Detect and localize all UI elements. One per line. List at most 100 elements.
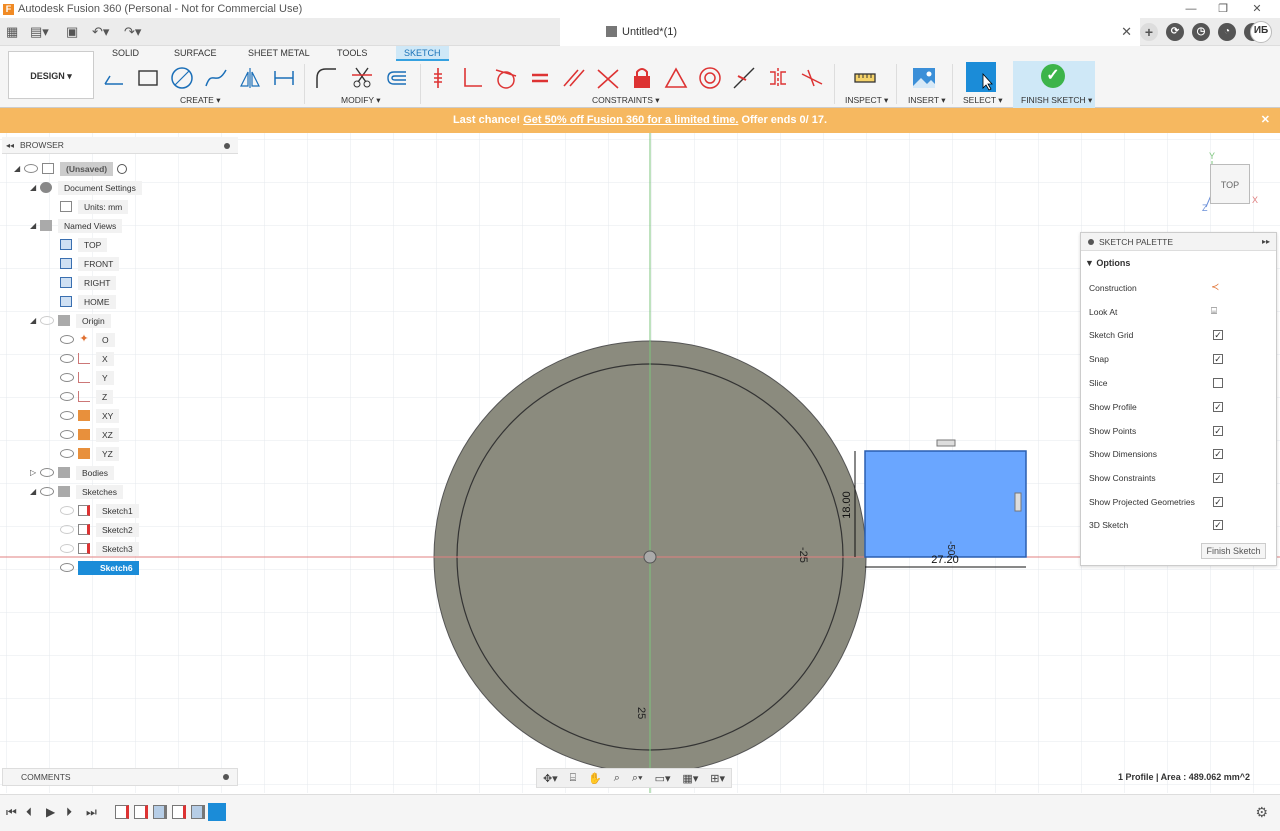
- tangent-constraint-icon[interactable]: [494, 66, 518, 90]
- tree-item-sketch3[interactable]: Sketch3: [60, 539, 139, 558]
- timeline-sketch1[interactable]: [115, 805, 129, 819]
- constraints-menu[interactable]: CONSTRAINTS ▾: [592, 95, 660, 106]
- tree-item-bodies[interactable]: ▷ Bodies: [30, 463, 114, 482]
- timeline-extrude2[interactable]: [191, 805, 205, 819]
- palette-row-show-points[interactable]: Show Points ✓: [1089, 423, 1271, 439]
- grid-settings-icon[interactable]: ▦▾: [682, 772, 698, 785]
- tree-item-yz-plane[interactable]: YZ: [60, 444, 119, 463]
- look-at-nav-icon[interactable]: ⌸: [570, 772, 577, 785]
- new-tab-button[interactable]: +: [1140, 23, 1158, 41]
- tree-item-x-axis[interactable]: X: [60, 349, 114, 368]
- height-dimension[interactable]: 18.00: [841, 491, 853, 519]
- close-window-button[interactable]: ✕: [1242, 0, 1272, 18]
- show-dimensions-checkbox[interactable]: ✓: [1213, 449, 1223, 459]
- visibility-eye-icon[interactable]: [40, 487, 54, 496]
- select-menu[interactable]: SELECT ▾: [963, 95, 1003, 106]
- select-tool-button[interactable]: [966, 62, 996, 92]
- tree-item-document-settings[interactable]: ◢ Document Settings: [30, 178, 142, 197]
- pin-icon[interactable]: [223, 774, 229, 780]
- visibility-eye-icon[interactable]: [60, 430, 74, 439]
- comments-panel[interactable]: COMMENTS: [2, 768, 238, 786]
- vertical-constraint-glyph[interactable]: [1014, 492, 1022, 512]
- banner-close-icon[interactable]: ✕: [1261, 108, 1270, 133]
- tree-item-named-views[interactable]: ◢ Named Views: [30, 216, 123, 235]
- slice-checkbox[interactable]: [1213, 378, 1223, 388]
- collinear-constraint-icon[interactable]: [732, 66, 756, 90]
- inspect-menu[interactable]: INSPECT ▾: [845, 95, 888, 106]
- line-tool-icon[interactable]: [102, 66, 126, 90]
- finish-sketch-button[interactable]: ✓ FINISH SKETCH ▾: [1013, 61, 1095, 108]
- visibility-eye-icon[interactable]: [60, 411, 74, 420]
- visibility-eye-icon[interactable]: [60, 506, 74, 515]
- spline-tool-icon[interactable]: [204, 66, 228, 90]
- tab-tools[interactable]: TOOLS: [337, 46, 367, 61]
- fillet-tool-icon[interactable]: [314, 66, 338, 90]
- circle-tool-icon[interactable]: [170, 66, 194, 90]
- radius-dimension-bottom[interactable]: 25: [635, 707, 647, 719]
- parallel-constraint-icon[interactable]: [562, 66, 586, 90]
- tree-item-origin[interactable]: ◢ Origin: [30, 311, 111, 330]
- rectangle-tool-icon[interactable]: [136, 66, 160, 90]
- curvature-constraint-icon[interactable]: [800, 66, 824, 90]
- palette-row-slice[interactable]: Slice: [1089, 375, 1271, 391]
- visibility-eye-icon[interactable]: [40, 468, 54, 477]
- timeline-extrude[interactable]: [153, 805, 167, 819]
- pan-icon[interactable]: ✋: [588, 772, 602, 785]
- timeline-settings-gear-icon[interactable]: ⚙: [1255, 804, 1268, 821]
- fix-constraint-icon[interactable]: [630, 66, 654, 90]
- document-tab[interactable]: Untitled*(1) ✕: [560, 18, 1140, 46]
- show-projected-checkbox[interactable]: ✓: [1213, 497, 1223, 507]
- palette-row-show-profile[interactable]: Show Profile ✓: [1089, 399, 1271, 415]
- tree-item-units[interactable]: Units: mm: [60, 197, 129, 216]
- visibility-eye-icon[interactable]: [60, 525, 74, 534]
- tab-sketch[interactable]: SKETCH: [396, 46, 449, 61]
- construction-icon[interactable]: ≺: [1211, 283, 1223, 293]
- step-back-icon[interactable]: ⏴: [26, 805, 32, 820]
- timeline-sketch3[interactable]: [172, 805, 186, 819]
- orbit-icon[interactable]: ✥▾: [543, 772, 558, 785]
- tree-item-y-axis[interactable]: Y: [60, 368, 114, 387]
- coincident-constraint-icon[interactable]: [428, 66, 452, 90]
- show-constraints-checkbox[interactable]: ✓: [1213, 473, 1223, 483]
- palette-row-show-projected[interactable]: Show Projected Geometries ✓: [1089, 494, 1271, 510]
- create-menu[interactable]: CREATE ▾: [180, 95, 220, 106]
- file-menu-icon[interactable]: ▤▾: [30, 23, 49, 41]
- go-to-start-icon[interactable]: ⏮: [6, 805, 17, 820]
- measure-icon[interactable]: [853, 66, 877, 90]
- zoom-icon[interactable]: ⌕: [614, 772, 620, 785]
- view-cube[interactable]: TOP: [1210, 164, 1250, 204]
- dimension-tool-icon[interactable]: [272, 66, 296, 90]
- tree-item-sketch2[interactable]: Sketch2: [60, 520, 139, 539]
- tree-item-sketch6[interactable]: Sketch6: [60, 558, 139, 577]
- concentric-constraint-icon[interactable]: [698, 66, 722, 90]
- width-dimension[interactable]: 27.20: [931, 554, 959, 566]
- offset-tool-icon[interactable]: [384, 66, 408, 90]
- sketch-grid-checkbox[interactable]: ✓: [1213, 330, 1223, 340]
- tab-solid[interactable]: SOLID: [112, 46, 139, 61]
- horizontal-vertical-constraint-icon[interactable]: [460, 66, 484, 90]
- tree-item-view-right[interactable]: RIGHT: [60, 273, 117, 292]
- workspace-switcher[interactable]: DESIGN ▾: [8, 51, 94, 99]
- redo-icon[interactable]: ↷▾: [124, 23, 141, 41]
- visibility-eye-icon[interactable]: [40, 316, 54, 325]
- palette-row-show-dimensions[interactable]: Show Dimensions ✓: [1089, 446, 1271, 462]
- tree-item-view-front[interactable]: FRONT: [60, 254, 120, 273]
- look-at-icon[interactable]: ⌸: [1211, 307, 1223, 317]
- visibility-eye-icon[interactable]: [60, 563, 74, 572]
- show-profile-checkbox[interactable]: ✓: [1213, 402, 1223, 412]
- tree-item-xz-plane[interactable]: XZ: [60, 425, 119, 444]
- tree-item-sketches[interactable]: ◢ Sketches: [30, 482, 123, 501]
- origin-point[interactable]: [643, 550, 657, 564]
- midpoint-constraint-icon[interactable]: [664, 66, 688, 90]
- show-points-checkbox[interactable]: ✓: [1213, 426, 1223, 436]
- visibility-eye-icon[interactable]: [60, 449, 74, 458]
- tree-item-sketch1[interactable]: Sketch1: [60, 501, 139, 520]
- palette-row-construction[interactable]: Construction ≺: [1089, 280, 1271, 296]
- display-settings-icon[interactable]: ▭▾: [655, 772, 671, 785]
- visibility-eye-icon[interactable]: [60, 335, 74, 344]
- palette-finish-sketch-button[interactable]: Finish Sketch: [1201, 543, 1266, 559]
- job-status-icon[interactable]: ◷: [1192, 23, 1210, 41]
- 3d-sketch-checkbox[interactable]: ✓: [1213, 520, 1223, 530]
- tree-item-origin-point[interactable]: ✦ O: [60, 330, 115, 349]
- timeline-sketch6[interactable]: [208, 803, 226, 821]
